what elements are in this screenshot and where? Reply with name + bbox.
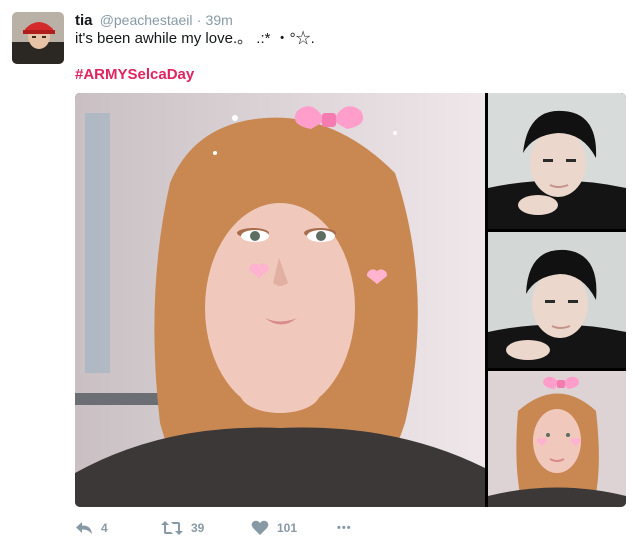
- retweet-button[interactable]: 39: [161, 518, 204, 538]
- tweet-timestamp[interactable]: 39m: [206, 12, 233, 28]
- hashtag-link[interactable]: #ARMYSelcaDay: [75, 66, 194, 84]
- tweet-header: tia @peachestaeil · 39m: [75, 11, 233, 30]
- like-button[interactable]: 101: [251, 518, 297, 538]
- like-count: 101: [277, 521, 298, 535]
- heart-icon: [251, 520, 269, 536]
- photo-side-2[interactable]: [488, 232, 626, 368]
- reply-icon: [75, 521, 93, 535]
- photo-main[interactable]: [75, 93, 485, 507]
- author-name[interactable]: tia: [75, 12, 93, 29]
- photo-side-3[interactable]: [488, 371, 626, 507]
- tweet-text: it's been awhile my love.。 .:* ・°☆.: [75, 30, 315, 47]
- reply-button[interactable]: 4: [75, 518, 108, 538]
- more-icon: •••: [337, 522, 352, 534]
- more-button[interactable]: •••: [337, 518, 352, 538]
- avatar[interactable]: [12, 12, 64, 64]
- reply-count: 4: [101, 521, 108, 535]
- media-grid: [75, 93, 626, 507]
- retweet-count: 39: [191, 521, 205, 535]
- photo-side-1[interactable]: [488, 93, 626, 229]
- tweet-actions: 4 39 101 •••: [75, 518, 475, 538]
- author-handle[interactable]: @peachestaeil: [100, 12, 193, 28]
- retweet-icon: [161, 521, 183, 535]
- separator-dot: ·: [196, 12, 202, 28]
